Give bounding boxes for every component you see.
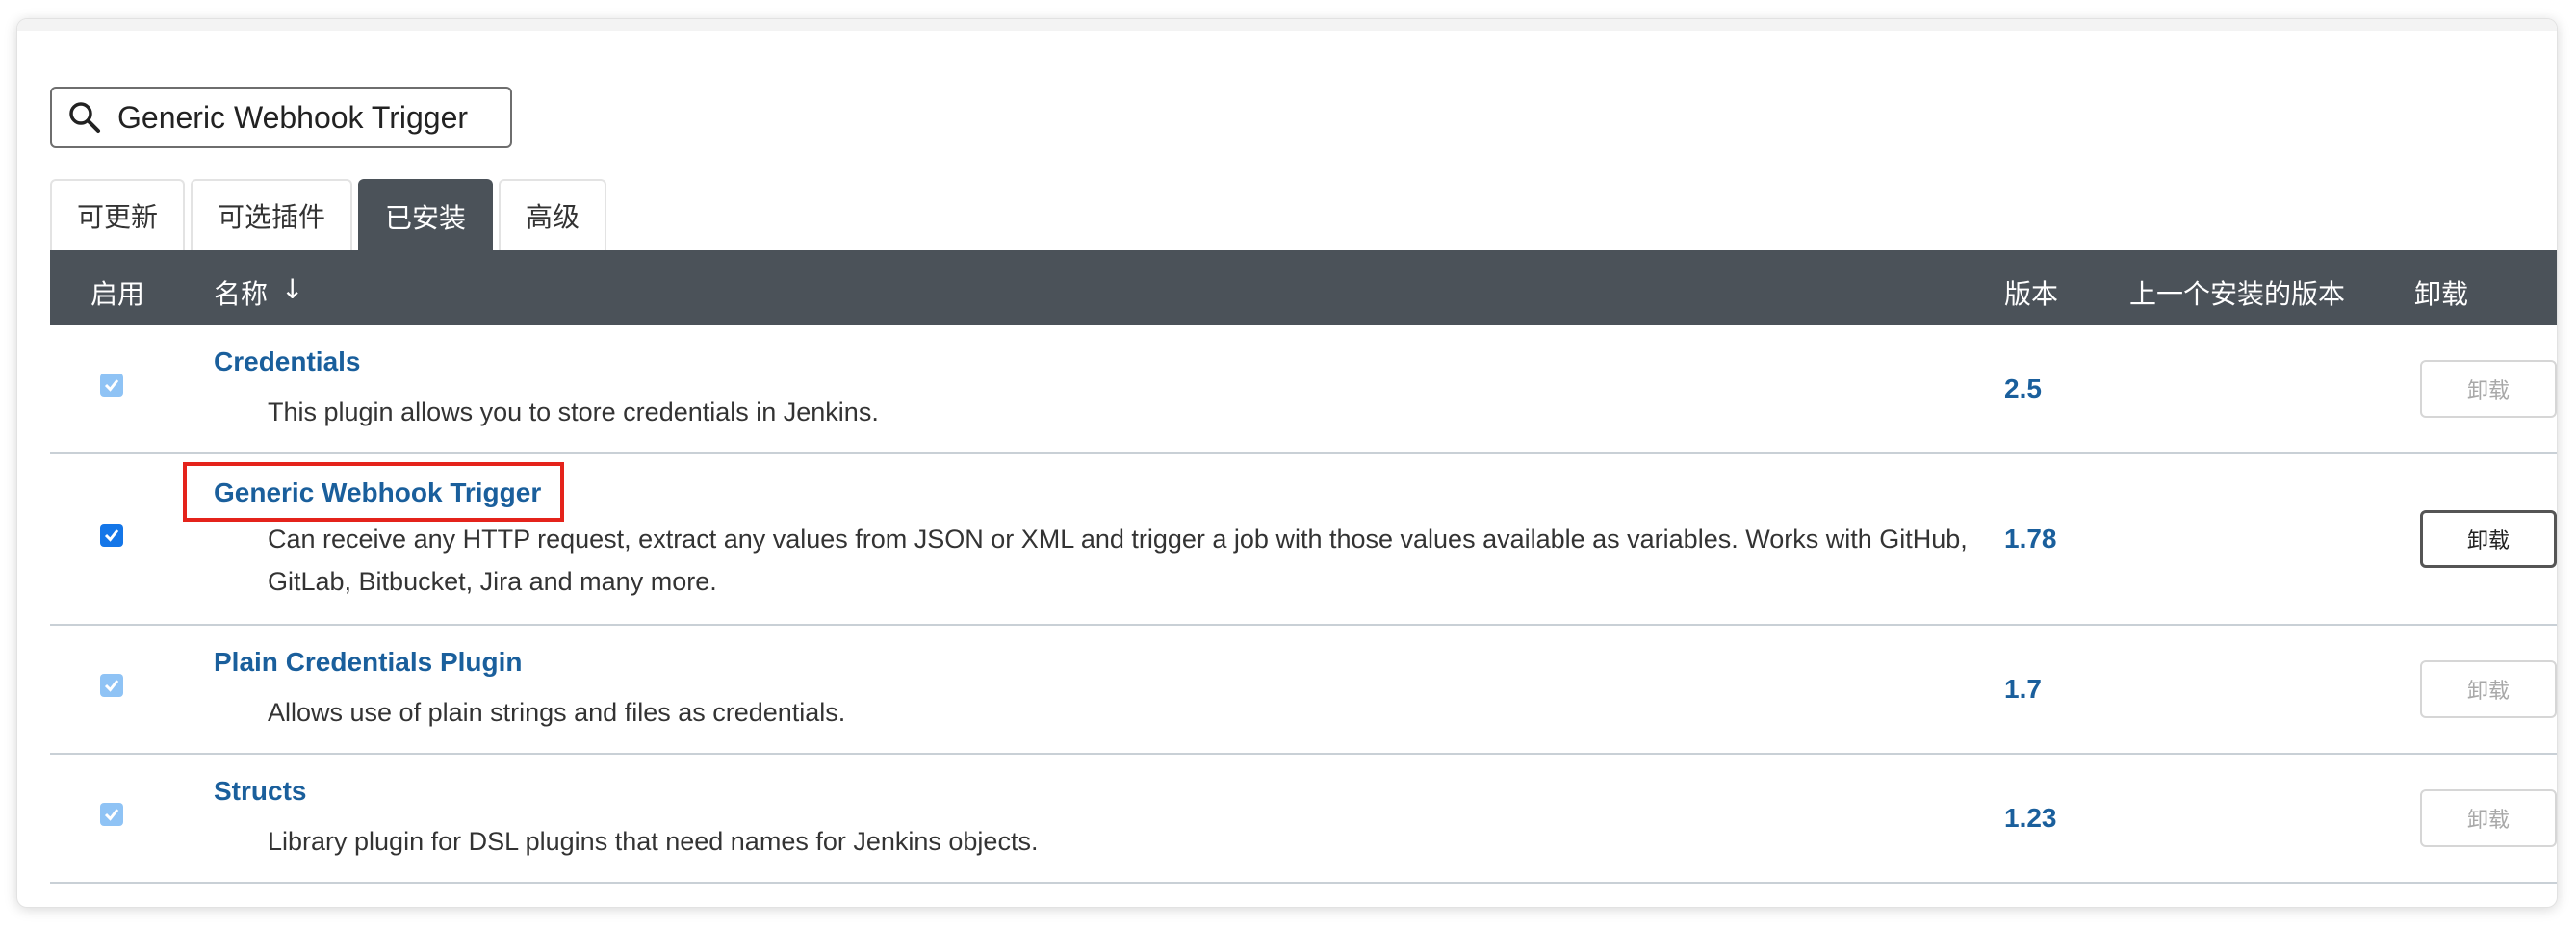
table-header: 启用 名称 ↓ 版本 上一个安装的版本 卸载: [50, 250, 2557, 325]
header-version[interactable]: 版本: [2004, 273, 2058, 312]
table-row: Structs Library plugin for DSL plugins t…: [50, 755, 2557, 884]
tab-available[interactable]: 可选插件: [191, 179, 353, 250]
plugin-description: Can receive any HTTP request, extract an…: [268, 525, 1968, 596]
plugin-manager-window: 可更新 可选插件 已安装 高级 启用 名称 ↓ 版本 上一个安装的版本 卸载 C…: [17, 19, 2557, 907]
table-row: Generic Webhook Trigger Can receive any …: [50, 454, 2557, 626]
plugin-name-link[interactable]: Credentials: [214, 347, 361, 377]
plugin-name-link[interactable]: Generic Webhook Trigger: [214, 477, 541, 508]
check-icon: [104, 680, 119, 692]
uninstall-button[interactable]: 卸载: [2420, 360, 2557, 418]
check-icon: [104, 809, 119, 821]
header-uninstall: 卸载: [2414, 278, 2469, 310]
plugin-version: 1.7: [2004, 674, 2042, 704]
check-icon: [104, 529, 119, 542]
enable-checkbox[interactable]: [100, 803, 123, 826]
search-input[interactable]: [116, 98, 485, 137]
enable-checkbox[interactable]: [100, 524, 123, 547]
table-row: Credentials This plugin allows you to st…: [50, 325, 2557, 454]
plugin-name-link[interactable]: Structs: [214, 776, 306, 807]
check-icon: [104, 379, 119, 392]
search-icon: [65, 98, 104, 137]
header-previous-version[interactable]: 上一个安装的版本: [2129, 273, 2345, 312]
plugin-version: 1.78: [2004, 524, 2057, 554]
enable-checkbox[interactable]: [100, 374, 123, 397]
enable-checkbox[interactable]: [100, 674, 123, 697]
plugin-name-link[interactable]: Plain Credentials Plugin: [214, 647, 523, 678]
uninstall-button[interactable]: 卸载: [2420, 789, 2557, 847]
tab-updates[interactable]: 可更新: [50, 179, 186, 250]
plugin-version: 2.5: [2004, 374, 2042, 403]
tab-bar: 可更新 可选插件 已安装 高级: [50, 179, 607, 252]
plugin-description: Library plugin for DSL plugins that need…: [268, 827, 1039, 856]
header-name[interactable]: 名称: [214, 273, 268, 312]
plugin-description: Allows use of plain strings and files as…: [268, 698, 846, 727]
table-row: Plain Credentials Plugin Allows use of p…: [50, 626, 2557, 755]
uninstall-button[interactable]: 卸载: [2420, 510, 2557, 568]
plugin-version: 1.23: [2004, 803, 2057, 833]
uninstall-button[interactable]: 卸载: [2420, 660, 2557, 718]
window-top-bar: [17, 19, 2557, 31]
tab-installed[interactable]: 已安装: [358, 179, 494, 252]
search-box[interactable]: [50, 87, 512, 148]
plugin-description: This plugin allows you to store credenti…: [268, 398, 879, 426]
installed-plugins-table: 启用 名称 ↓ 版本 上一个安装的版本 卸载 Credentials This …: [50, 250, 2557, 884]
tab-advanced[interactable]: 高级: [499, 179, 607, 250]
sort-arrow-icon[interactable]: ↓: [281, 273, 303, 305]
header-enabled[interactable]: 启用: [90, 273, 144, 312]
